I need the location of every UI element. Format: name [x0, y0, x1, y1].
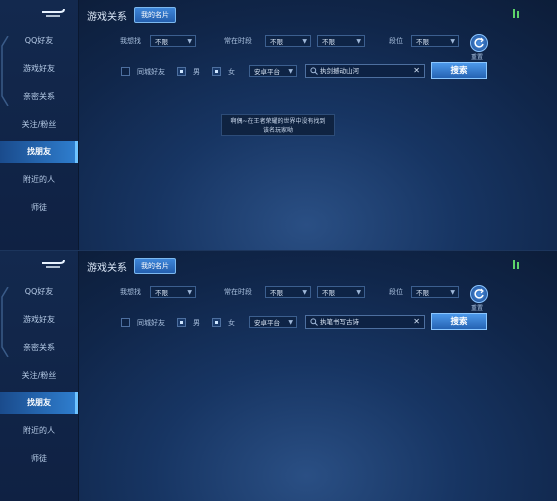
- chevron-down-icon: ▼: [450, 38, 455, 45]
- male-checkbox[interactable]: [177, 318, 186, 327]
- search-query: 执剑撼动山河: [320, 67, 359, 75]
- chevron-down-icon: ▼: [302, 289, 307, 296]
- time-start-select[interactable]: 不限 ▼: [265, 35, 311, 47]
- music-note-icon[interactable]: [512, 259, 520, 271]
- search-input[interactable]: 执笔书写古诗 ✕: [305, 315, 425, 329]
- active-time-label: 常在时段: [224, 37, 252, 45]
- want-find-select[interactable]: 不限 ▼: [150, 35, 196, 47]
- chevron-down-icon: ▼: [450, 289, 455, 296]
- female-checkbox[interactable]: [212, 67, 221, 76]
- search-button[interactable]: 搜索: [431, 62, 487, 79]
- same-city-label: 同城好友: [137, 68, 165, 76]
- sidebar-item-qq-friends[interactable]: QQ好友: [0, 281, 78, 303]
- rank-value: 不限: [416, 289, 429, 297]
- time-start-select[interactable]: 不限 ▼: [265, 286, 311, 298]
- sidebar-item-intimate[interactable]: 亲密关系: [0, 337, 78, 359]
- sidebar-item-mentor[interactable]: 师徒: [0, 448, 78, 470]
- sidebar: QQ好友 游戏好友 亲密关系 关注/粉丝 找朋友 附近的人 师徒: [0, 0, 79, 250]
- male-label: 男: [193, 319, 200, 327]
- search-button[interactable]: 搜索: [431, 313, 487, 330]
- toast-line-1: 啊偶~在王者荣耀的世界中没有找到: [230, 118, 326, 125]
- platform-value: 安卓平台: [254, 319, 280, 327]
- sidebar-item-follow-fans[interactable]: 关注/粉丝: [0, 114, 78, 136]
- game-relation-panel-bottom: QQ好友 游戏好友 亲密关系 关注/粉丝 找朋友 附近的人 师徒 游戏关系 我的…: [0, 250, 557, 501]
- chevron-down-icon: ▼: [302, 38, 307, 45]
- search-input[interactable]: 执剑撼动山河 ✕: [305, 64, 425, 78]
- chevron-down-icon: ▼: [288, 68, 293, 75]
- chevron-down-icon: ▼: [356, 38, 361, 45]
- sidebar-item-qq-friends[interactable]: QQ好友: [0, 30, 78, 52]
- want-find-label: 我想找: [120, 288, 141, 296]
- rank-select[interactable]: 不限 ▼: [411, 286, 459, 298]
- time-end-select[interactable]: 不限 ▼: [317, 286, 365, 298]
- music-note-icon[interactable]: [512, 8, 520, 20]
- same-city-label: 同城好友: [137, 319, 165, 327]
- toast-line-2: 该名玩家呦: [262, 127, 293, 134]
- close-icon[interactable]: ✕: [413, 316, 420, 328]
- rank-select[interactable]: 不限 ▼: [411, 35, 459, 47]
- not-found-toast: 啊偶~在王者荣耀的世界中没有找到 该名玩家呦: [221, 114, 335, 136]
- active-time-label: 常在时段: [224, 288, 252, 296]
- rank-value: 不限: [416, 38, 429, 46]
- reset-label[interactable]: 重置: [471, 303, 483, 312]
- sidebar-item-find-friends[interactable]: 找朋友: [0, 141, 78, 163]
- rank-label: 段位: [389, 37, 403, 45]
- sidebar-item-follow-fans[interactable]: 关注/粉丝: [0, 365, 78, 387]
- sidebar-item-find-friends[interactable]: 找朋友: [0, 392, 78, 414]
- chevron-down-icon: ▼: [187, 38, 192, 45]
- want-find-value: 不限: [155, 38, 168, 46]
- same-city-checkbox[interactable]: [121, 67, 130, 76]
- time-end-value: 不限: [322, 38, 335, 46]
- same-city-checkbox[interactable]: [121, 318, 130, 327]
- my-card-button[interactable]: 我的名片: [134, 7, 176, 23]
- platform-select[interactable]: 安卓平台 ▼: [249, 65, 297, 77]
- sidebar-item-game-friends[interactable]: 游戏好友: [0, 309, 78, 331]
- rank-label: 段位: [389, 288, 403, 296]
- sidebar-item-intimate[interactable]: 亲密关系: [0, 86, 78, 108]
- chevron-down-icon: ▼: [187, 289, 192, 296]
- sidebar: QQ好友 游戏好友 亲密关系 关注/粉丝 找朋友 附近的人 师徒: [0, 251, 79, 501]
- time-end-select[interactable]: 不限 ▼: [317, 35, 365, 47]
- game-relation-panel-top: QQ好友 游戏好友 亲密关系 关注/粉丝 找朋友 附近的人 师徒 游戏关系 我的…: [0, 0, 557, 250]
- platform-select[interactable]: 安卓平台 ▼: [249, 316, 297, 328]
- reset-label[interactable]: 重置: [471, 52, 483, 61]
- refresh-icon[interactable]: [470, 34, 488, 52]
- female-label: 女: [228, 68, 235, 76]
- my-card-button[interactable]: 我的名片: [134, 258, 176, 274]
- search-icon: [310, 318, 318, 326]
- sidebar-item-game-friends[interactable]: 游戏好友: [0, 58, 78, 80]
- time-start-value: 不限: [270, 38, 283, 46]
- female-label: 女: [228, 319, 235, 327]
- time-end-value: 不限: [322, 289, 335, 297]
- chevron-down-icon: ▼: [356, 289, 361, 296]
- search-query: 执笔书写古诗: [320, 318, 359, 326]
- page-title: 游戏关系: [87, 263, 127, 274]
- back-arrow-icon[interactable]: [40, 257, 66, 269]
- page-title: 游戏关系: [87, 12, 127, 23]
- sidebar-item-nearby[interactable]: 附近的人: [0, 420, 78, 442]
- close-icon[interactable]: ✕: [413, 65, 420, 77]
- refresh-icon[interactable]: [470, 285, 488, 303]
- sidebar-item-mentor[interactable]: 师徒: [0, 197, 78, 219]
- chevron-down-icon: ▼: [288, 319, 293, 326]
- time-start-value: 不限: [270, 289, 283, 297]
- male-label: 男: [193, 68, 200, 76]
- search-icon: [310, 67, 318, 75]
- male-checkbox[interactable]: [177, 67, 186, 76]
- platform-value: 安卓平台: [254, 68, 280, 76]
- female-checkbox[interactable]: [212, 318, 221, 327]
- back-arrow-icon[interactable]: [40, 6, 66, 18]
- want-find-label: 我想找: [120, 37, 141, 45]
- sidebar-item-nearby[interactable]: 附近的人: [0, 169, 78, 191]
- want-find-value: 不限: [155, 289, 168, 297]
- want-find-select[interactable]: 不限 ▼: [150, 286, 196, 298]
